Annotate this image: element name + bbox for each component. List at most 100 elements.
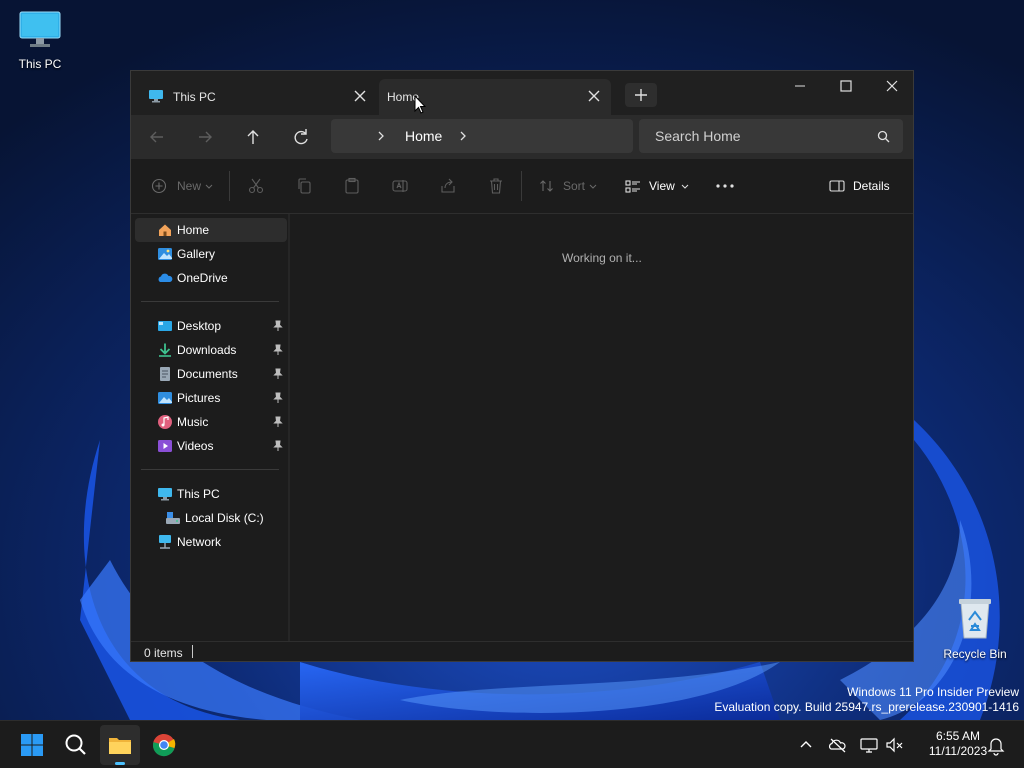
sidebar-item-pictures[interactable]: Pictures xyxy=(135,386,287,410)
pane-splitter[interactable] xyxy=(288,214,290,641)
chevron-down-icon xyxy=(681,184,689,189)
sidebar-item-documents[interactable]: Documents xyxy=(135,362,287,386)
sidebar-item-label: Gallery xyxy=(177,247,216,261)
music-icon xyxy=(158,415,172,429)
taskbar: 6:55 AM 11/11/2023 xyxy=(0,720,1024,768)
new-tab-button[interactable] xyxy=(625,83,657,107)
cut-icon[interactable] xyxy=(247,177,265,195)
sidebar-item-label: Music xyxy=(177,415,209,429)
minimize-button[interactable] xyxy=(777,71,823,101)
close-tab-icon[interactable] xyxy=(351,87,369,105)
recycle-bin-icon xyxy=(959,599,991,639)
speaker-muted-icon[interactable] xyxy=(883,733,907,757)
chevron-down-icon xyxy=(205,184,213,189)
sort-button-label: Sort xyxy=(563,179,586,193)
sidebar-item-this-pc[interactable]: This PC xyxy=(135,482,287,506)
videos-icon xyxy=(158,440,172,452)
pin-icon[interactable] xyxy=(273,392,283,404)
share-icon[interactable] xyxy=(439,177,457,195)
details-pane-button[interactable]: Details xyxy=(829,174,890,198)
details-pane-icon xyxy=(829,180,845,192)
status-bar: 0 items xyxy=(131,641,913,662)
downloads-icon xyxy=(159,343,171,357)
sidebar-item-music[interactable]: Music xyxy=(135,410,287,434)
sidebar-item-label: Desktop xyxy=(177,319,222,333)
view-button-label: View xyxy=(649,179,675,193)
desktop-icon-recycle-bin[interactable]: Recycle Bin xyxy=(935,596,1015,661)
desktop-icon-label: Recycle Bin xyxy=(943,647,1007,661)
loading-message: Working on it... xyxy=(562,251,642,265)
pin-icon[interactable] xyxy=(273,440,283,452)
rename-icon[interactable] xyxy=(391,177,409,195)
home-icon xyxy=(159,224,171,236)
tab-label: This PC xyxy=(173,90,216,104)
navigation-pane: Home Gallery OneDrive Desktop Downloads … xyxy=(131,214,289,641)
chrome-icon[interactable] xyxy=(144,725,184,765)
drive-icon xyxy=(166,512,180,524)
view-button[interactable]: View xyxy=(625,174,689,198)
watermark-line: Evaluation copy. Build 25947.rs_prerelea… xyxy=(714,700,1019,714)
pin-icon[interactable] xyxy=(273,368,283,380)
sidebar-item-label: Home xyxy=(177,223,210,237)
onedrive-off-icon[interactable] xyxy=(826,733,850,757)
sidebar-item-downloads[interactable]: Downloads xyxy=(135,338,287,362)
sidebar-item-label: Downloads xyxy=(177,343,237,357)
pin-icon[interactable] xyxy=(273,344,283,356)
onedrive-icon xyxy=(158,273,173,282)
paste-icon[interactable] xyxy=(343,177,361,195)
display-icon[interactable] xyxy=(857,733,881,757)
pictures-icon xyxy=(158,392,172,404)
search-icon[interactable] xyxy=(56,725,96,765)
sidebar-item-local-disk[interactable]: Local Disk (C:) xyxy=(135,506,287,530)
back-button[interactable] xyxy=(141,123,173,151)
documents-icon xyxy=(160,367,170,381)
forward-button[interactable] xyxy=(189,123,221,151)
maximize-button[interactable] xyxy=(823,71,869,101)
sidebar-item-home[interactable]: Home xyxy=(135,218,287,242)
chevron-right-icon[interactable] xyxy=(457,130,469,142)
item-count: 0 items xyxy=(144,646,183,660)
copy-icon[interactable] xyxy=(295,177,313,195)
desktop-folder-icon xyxy=(158,321,172,331)
search-box[interactable]: Search Home xyxy=(639,119,903,153)
breadcrumb-home[interactable]: Home xyxy=(405,128,442,144)
navigation-bar: Home Search Home xyxy=(131,115,913,159)
refresh-button[interactable] xyxy=(285,123,317,151)
details-button-label: Details xyxy=(853,179,890,193)
sidebar-item-desktop[interactable]: Desktop xyxy=(135,314,287,338)
tab-this-pc[interactable]: This PC xyxy=(139,79,377,115)
desktop-icon-this-pc[interactable]: This PC xyxy=(0,10,80,71)
status-separator xyxy=(192,645,193,658)
sidebar-item-gallery[interactable]: Gallery xyxy=(135,242,287,266)
new-button[interactable]: New xyxy=(151,174,213,198)
delete-icon[interactable] xyxy=(487,177,505,195)
sort-icon xyxy=(540,180,553,192)
sort-button[interactable]: Sort xyxy=(539,174,597,198)
up-button[interactable] xyxy=(237,123,269,151)
sidebar-item-label: Videos xyxy=(177,439,214,453)
pin-icon[interactable] xyxy=(273,320,283,332)
file-explorer-icon[interactable] xyxy=(100,725,140,765)
file-explorer-window: This PC Home Home Search Home New Sort V… xyxy=(130,70,914,662)
close-window-button[interactable] xyxy=(869,71,915,101)
chevron-up-icon[interactable] xyxy=(794,733,818,757)
pin-icon[interactable] xyxy=(273,416,283,428)
view-icon xyxy=(625,180,640,193)
monitor-icon xyxy=(158,488,172,501)
more-options-icon[interactable] xyxy=(714,179,736,193)
sidebar-item-label: This PC xyxy=(177,487,220,501)
plus-circle-icon xyxy=(151,178,167,194)
gallery-icon xyxy=(158,248,172,260)
start-icon[interactable] xyxy=(12,725,52,765)
sidebar-item-network[interactable]: Network xyxy=(135,530,287,554)
sidebar-item-onedrive[interactable]: OneDrive xyxy=(135,266,287,290)
close-tab-icon[interactable] xyxy=(585,87,603,105)
desktop-icon-label: This PC xyxy=(18,57,62,71)
sidebar-item-label: Documents xyxy=(177,367,238,381)
sidebar-item-videos[interactable]: Videos xyxy=(135,434,287,458)
sidebar-item-label: Network xyxy=(177,535,222,549)
sidebar-item-label: Local Disk (C:) xyxy=(185,511,264,525)
address-bar[interactable]: Home xyxy=(331,119,633,153)
chevron-right-icon[interactable] xyxy=(375,130,387,142)
notification-bell-icon[interactable] xyxy=(984,733,1008,757)
